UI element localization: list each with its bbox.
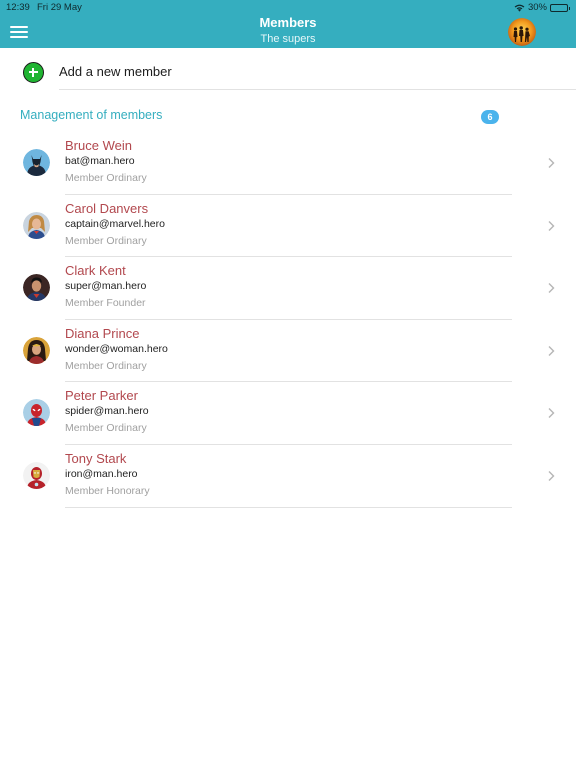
member-count-badge: 6 (481, 110, 499, 124)
member-name: Peter Parker (65, 388, 138, 404)
captain-marvel-avatar (23, 211, 50, 239)
group-avatar-button[interactable] (508, 18, 536, 46)
battery-icon (550, 3, 570, 12)
status-right: 30% (514, 2, 570, 13)
member-row[interactable]: Clark Kent super@man.hero Member Founder (0, 257, 576, 320)
page-title: Members (259, 15, 317, 30)
member-name: Bruce Wein (65, 138, 132, 153)
member-email: captain@marvel.hero (65, 217, 165, 230)
status-time: 12:39 (6, 2, 30, 13)
group-avatar (508, 18, 536, 46)
status-bar: 12:39 Fri 29 May 30% (0, 2, 576, 14)
divider (59, 89, 576, 90)
batman-avatar (23, 149, 50, 176)
chevron-right-icon[interactable] (545, 281, 557, 295)
member-role: Member Ordinary (65, 234, 147, 247)
member-row[interactable]: Tony Stark iron@man.hero Member Honorary (0, 445, 576, 508)
member-email: iron@man.hero (65, 467, 138, 480)
member-name: Tony Stark (65, 450, 127, 466)
member-role: Member Ordinary (65, 172, 147, 184)
member-email: wonder@woman.hero (65, 342, 168, 355)
chevron-right-icon[interactable] (545, 344, 557, 358)
battery-percent: 30% (527, 2, 547, 13)
wifi-icon (514, 4, 525, 12)
chevron-right-icon[interactable] (545, 219, 557, 233)
member-row[interactable]: Bruce Wein bat@man.hero Member Ordinary (0, 132, 576, 195)
iron-man-avatar (23, 461, 50, 489)
member-email: super@man.hero (65, 280, 147, 293)
status-date: Fri 29 May (37, 2, 82, 13)
plus-circle-icon[interactable] (23, 62, 44, 83)
member-role: Member Honorary (65, 484, 150, 497)
section-title: Management of members (20, 108, 163, 122)
member-row[interactable]: Carol Danvers captain@marvel.hero Member… (0, 195, 576, 258)
member-row[interactable]: Peter Parker spider@man.hero Member Ordi… (0, 382, 576, 445)
member-role: Member Ordinary (65, 422, 147, 435)
wonder-woman-avatar (23, 336, 50, 364)
member-email: spider@man.hero (65, 405, 149, 418)
member-role: Member Ordinary (65, 359, 147, 372)
add-member-label[interactable]: Add a new member (59, 64, 172, 79)
page-subtitle: The supers (260, 33, 316, 45)
spiderman-avatar (23, 399, 50, 427)
member-name: Carol Danvers (65, 200, 149, 216)
superman-avatar (23, 274, 50, 302)
member-role: Member Founder (65, 297, 146, 310)
member-name: Diana Prince (65, 325, 140, 341)
add-member-row[interactable]: Add a new member (0, 48, 576, 90)
navigation-bar: 12:39 Fri 29 May 30% Members The supers (0, 0, 576, 48)
chevron-right-icon[interactable] (545, 469, 557, 483)
chevron-right-icon[interactable] (545, 406, 557, 420)
chevron-right-icon[interactable] (545, 156, 557, 170)
member-name: Clark Kent (65, 263, 126, 279)
member-row[interactable]: Diana Prince wonder@woman.hero Member Or… (0, 320, 576, 383)
divider (65, 506, 512, 508)
member-list: Bruce Wein bat@man.hero Member Ordinary … (0, 132, 576, 508)
member-email: bat@man.hero (65, 155, 135, 167)
